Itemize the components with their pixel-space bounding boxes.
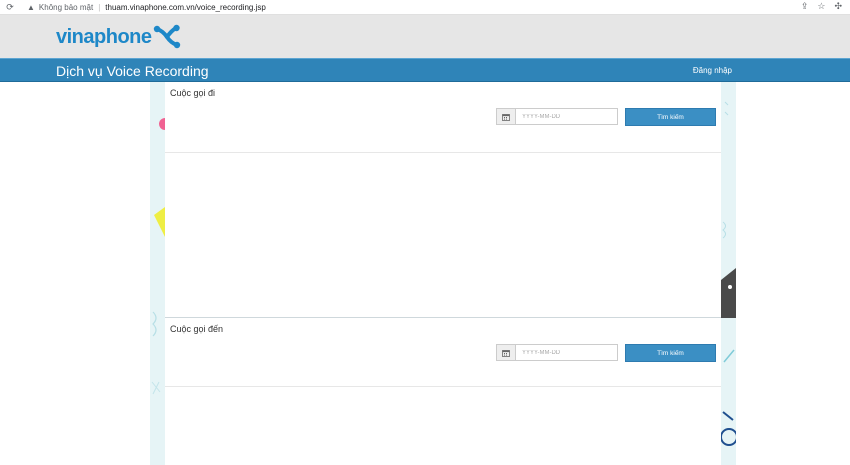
right-decor-strip bbox=[721, 82, 736, 465]
login-link[interactable]: Đăng nhập bbox=[693, 65, 732, 77]
logo-text: vinaphone bbox=[56, 26, 152, 48]
incoming-date-input[interactable] bbox=[516, 345, 617, 360]
outgoing-calls-title: Cuộc gọi đi bbox=[170, 88, 216, 98]
site-header: vinaphone bbox=[0, 15, 850, 58]
logo-mark-icon bbox=[153, 24, 180, 49]
section-divider bbox=[165, 317, 721, 318]
left-decor-art bbox=[151, 118, 165, 395]
address-separator: | bbox=[98, 2, 101, 12]
browser-actions: ⇪ ☆ ✣ bbox=[801, 1, 842, 12]
right-decor-art bbox=[721, 101, 736, 446]
outgoing-search-button[interactable]: Tìm kiếm bbox=[625, 108, 716, 126]
incoming-date-picker[interactable] bbox=[496, 344, 618, 361]
star-icon[interactable]: ☆ bbox=[817, 1, 825, 12]
left-decor-strip bbox=[150, 82, 165, 465]
vinaphone-logo[interactable]: vinaphone bbox=[56, 21, 181, 51]
outgoing-date-picker[interactable] bbox=[496, 108, 618, 125]
service-title: Dịch vụ Voice Recording bbox=[56, 63, 209, 79]
security-label[interactable]: Không bảo mật bbox=[39, 3, 93, 12]
incoming-divider bbox=[165, 386, 721, 387]
outgoing-divider bbox=[165, 152, 721, 153]
title-band: Dịch vụ Voice Recording Đăng nhập bbox=[0, 58, 850, 82]
calendar-icon[interactable] bbox=[497, 109, 516, 124]
browser-address-bar: ⟳ ▲ Không bảo mật | thuam.vinaphone.com.… bbox=[0, 0, 850, 15]
url-text[interactable]: thuam.vinaphone.com.vn/voice_recording.j… bbox=[105, 3, 266, 12]
outgoing-date-input[interactable] bbox=[516, 109, 617, 124]
content-area: Cuộc gọi đi Tìm kiếm Cuộc gọi đến Tìm ki… bbox=[165, 82, 721, 465]
warning-icon[interactable]: ▲ bbox=[27, 3, 35, 12]
share-icon[interactable]: ⇪ bbox=[801, 1, 809, 12]
incoming-calls-title: Cuộc gọi đến bbox=[170, 324, 224, 334]
calendar-icon[interactable] bbox=[497, 345, 516, 360]
incoming-search-button[interactable]: Tìm kiếm bbox=[625, 344, 716, 362]
extensions-icon[interactable]: ✣ bbox=[834, 1, 842, 12]
reload-icon[interactable]: ⟳ bbox=[3, 2, 17, 13]
